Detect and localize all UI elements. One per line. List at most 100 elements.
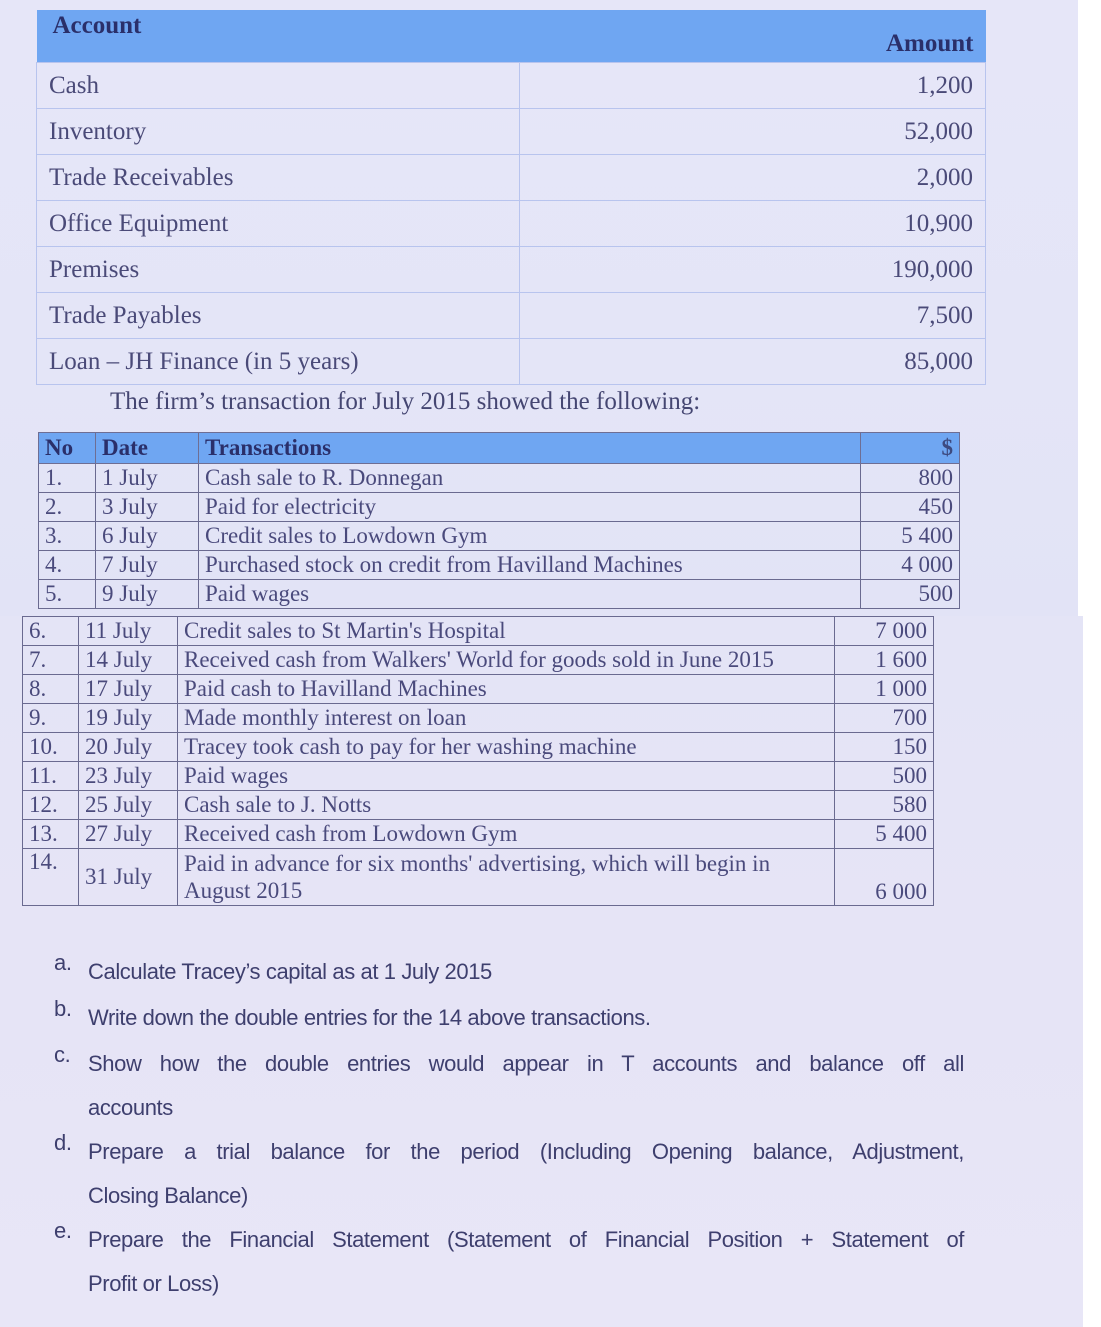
tx-date: 11 July (78, 616, 178, 646)
question-text-line2: Profit or Loss) (88, 1271, 219, 1296)
question-d: d. Prepare a trial balance for the perio… (54, 1130, 964, 1218)
account-amount: 85,000 (519, 338, 986, 385)
table-row: 7. 14 July Received cash from Walkers' W… (22, 645, 934, 675)
tx-amount: 6 000 (834, 848, 934, 906)
tx-description: Paid cash to Havilland Machines (177, 674, 835, 704)
question-b: b. Write down the double entries for the… (54, 996, 964, 1042)
table-row: 12. 25 July Cash sale to J. Notts 580 (22, 790, 934, 820)
question-text-line2: Closing Balance) (88, 1183, 248, 1208)
question-text: Write down the double entries for the 14… (88, 1005, 651, 1030)
transactions-header: No Date Transactions $ (38, 432, 960, 464)
table-row: Inventory 52,000 (36, 108, 986, 155)
tx-date: 23 July (78, 761, 178, 791)
tx-amount: 5 400 (860, 521, 960, 551)
tx-number: 12. (22, 790, 79, 820)
tx-number: 10. (22, 732, 79, 762)
question-letter: c. (54, 1042, 71, 1067)
tx-description: Paid for electricity (198, 492, 861, 522)
tx-description: Credit sales to Lowdown Gym (198, 521, 861, 551)
question-e: e. Prepare the Financial Statement (Stat… (54, 1218, 964, 1306)
tx-number: 3. (38, 521, 96, 551)
tx-number: 8. (22, 674, 79, 704)
table-row: Office Equipment 10,900 (36, 200, 986, 247)
table-row: 6. 11 July Credit sales to St Martin's H… (22, 616, 934, 646)
tx-number: 13. (22, 819, 79, 849)
tx-number: 6. (22, 616, 79, 646)
tx-amount: 500 (860, 579, 960, 609)
question-text-line1: Show how the double entries would appear… (88, 1051, 964, 1076)
tx-number: 5. (38, 579, 96, 609)
tx-description: Cash sale to J. Notts (177, 790, 835, 820)
transaction-header: Transactions (198, 432, 861, 464)
question-letter: b. (54, 996, 72, 1021)
tx-amount: 1 600 (834, 645, 934, 675)
account-amount: 52,000 (519, 108, 986, 155)
table-row: Premises 190,000 (36, 246, 986, 293)
tx-date: 3 July (95, 492, 199, 522)
tx-date: 14 July (78, 645, 178, 675)
question-text: Calculate Tracey’s capital as at 1 July … (88, 959, 492, 984)
table-row: 9. 19 July Made monthly interest on loan… (22, 703, 934, 733)
account-name: Trade Receivables (36, 154, 520, 201)
question-text-line1: Prepare a trial balance for the period (… (88, 1139, 964, 1164)
table-row: Loan – JH Finance (in 5 years) 85,000 (36, 338, 986, 385)
tx-date: 27 July (78, 819, 178, 849)
table-row: 14. 31 July Paid in advance for six mont… (22, 848, 934, 906)
tx-number: 7. (22, 645, 79, 675)
tx-description: Paid wages (198, 579, 861, 609)
tx-number: 4. (38, 550, 96, 580)
transactions-table-part2: 6. 11 July Credit sales to St Martin's H… (22, 616, 934, 906)
tx-number: 14. (22, 848, 79, 906)
account-amount: 2,000 (519, 154, 986, 201)
account-amount: 190,000 (519, 246, 986, 293)
question-text: Show how the double entries would appear… (88, 1042, 964, 1130)
account-name: Inventory (36, 108, 520, 155)
question-text: Prepare the Financial Statement (Stateme… (88, 1218, 964, 1306)
tx-number: 9. (22, 703, 79, 733)
table-row: Cash 1,200 (36, 62, 986, 109)
table-row: 8. 17 July Paid cash to Havilland Machin… (22, 674, 934, 704)
tx-amount: 700 (834, 703, 934, 733)
transactions-table-part1: No Date Transactions $ 1. 1 July Cash sa… (38, 432, 960, 609)
account-amount: 10,900 (519, 200, 986, 247)
tx-amount: 500 (834, 761, 934, 791)
tx-date: 1 July (95, 463, 199, 493)
tx-date: 20 July (78, 732, 178, 762)
tx-description: Tracey took cash to pay for her washing … (177, 732, 835, 762)
question-letter: d. (54, 1130, 72, 1155)
tx-date: 6 July (95, 521, 199, 551)
tx-description: Paid in advance for six months' advertis… (177, 848, 835, 906)
date-header: Date (95, 432, 199, 464)
tx-amount: 1 000 (834, 674, 934, 704)
table-row: 11. 23 July Paid wages 500 (22, 761, 934, 791)
tx-description: Received cash from Walkers' World for go… (177, 645, 835, 675)
tx-amount: 150 (834, 732, 934, 762)
table-row: 4. 7 July Purchased stock on credit from… (38, 550, 960, 580)
account-name: Cash (36, 62, 520, 109)
intro-text: The firm’s transaction for July 2015 sho… (110, 388, 701, 415)
amount-header: Amount (620, 10, 986, 63)
tx-description: Credit sales to St Martin's Hospital (177, 616, 835, 646)
question-text-line1: Prepare the Financial Statement (Stateme… (88, 1227, 964, 1252)
table-row: 13. 27 July Received cash from Lowdown G… (22, 819, 934, 849)
tx-amount: 800 (860, 463, 960, 493)
tx-number: 2. (38, 492, 96, 522)
tx-amount: 5 400 (834, 819, 934, 849)
question-letter: e. (54, 1218, 72, 1243)
tx-date: 25 July (78, 790, 178, 820)
table-row: 5. 9 July Paid wages 500 (38, 579, 960, 609)
table-row: 3. 6 July Credit sales to Lowdown Gym 5 … (38, 521, 960, 551)
opening-balances-header: Account Amount (36, 10, 986, 63)
tx-description: Paid wages (177, 761, 835, 791)
questions-list: a. Calculate Tracey’s capital as at 1 Ju… (54, 950, 964, 1306)
tx-date: 17 July (78, 674, 178, 704)
no-header: No (38, 432, 96, 464)
question-text-line2: accounts (88, 1095, 173, 1120)
question-letter: a. (54, 950, 72, 975)
account-name: Trade Payables (36, 292, 520, 339)
tx-amount: 450 (860, 492, 960, 522)
amount-header: $ (860, 432, 960, 464)
table-row: 2. 3 July Paid for electricity 450 (38, 492, 960, 522)
spacer-header (519, 10, 621, 63)
question-text: Prepare a trial balance for the period (… (88, 1130, 964, 1218)
